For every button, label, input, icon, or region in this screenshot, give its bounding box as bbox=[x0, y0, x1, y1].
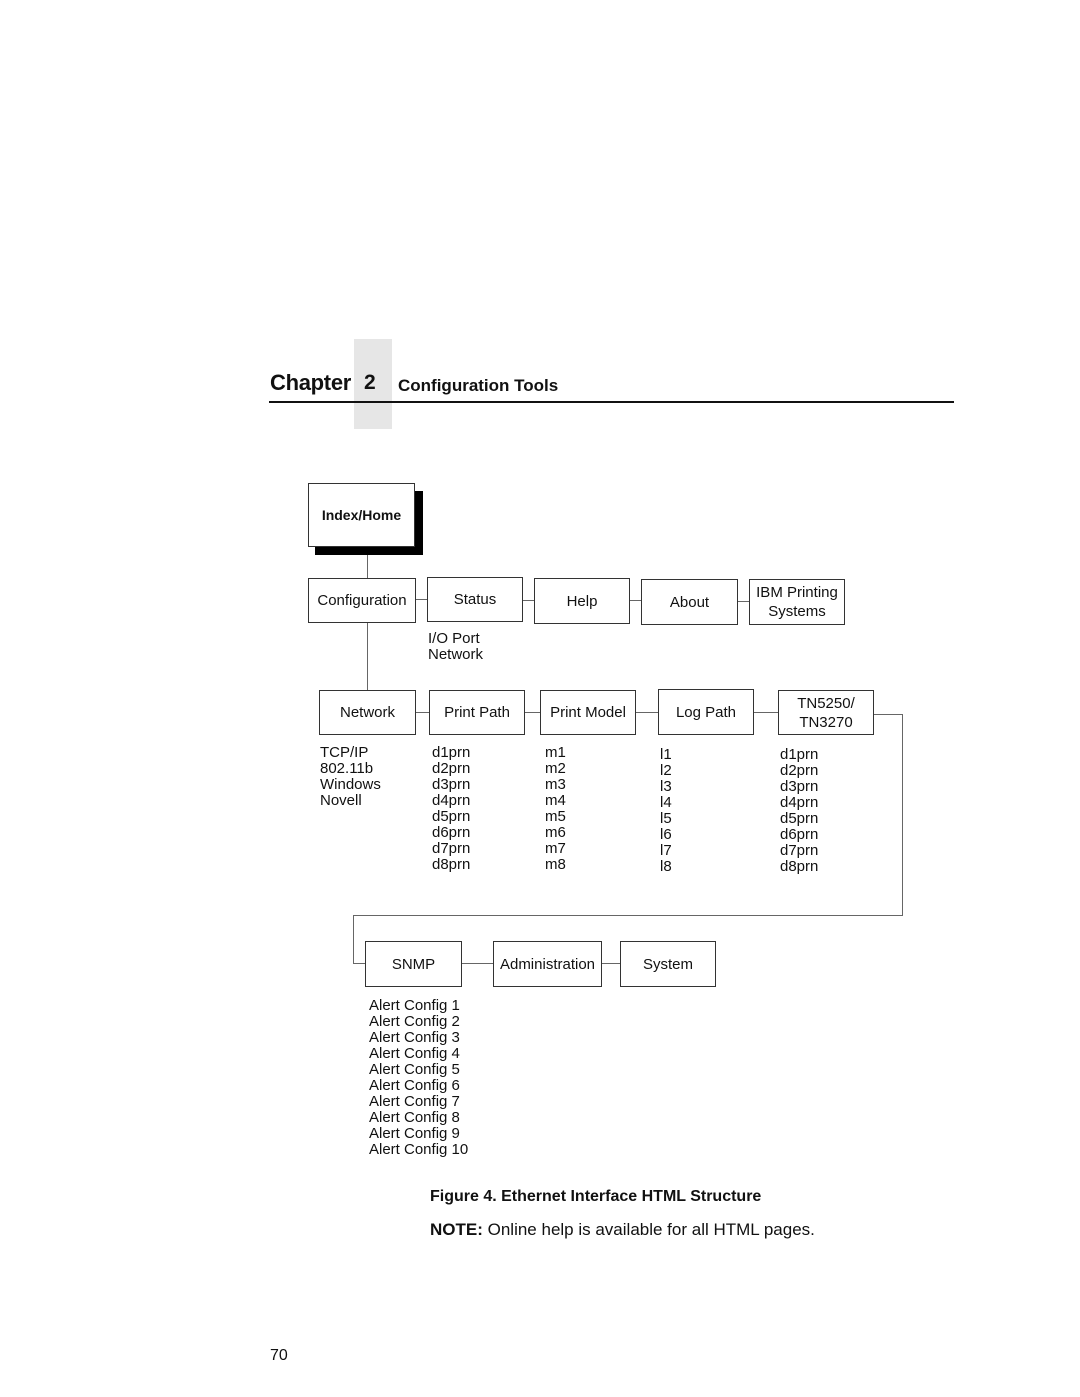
list-item: Novell bbox=[320, 792, 362, 809]
list-item: Alert Config 8 bbox=[369, 1109, 460, 1126]
node-help: Help bbox=[534, 578, 630, 624]
list-item: Network bbox=[428, 646, 484, 663]
list-item: d3prn bbox=[780, 778, 819, 795]
node-administration: Administration bbox=[493, 941, 602, 987]
list-item: d1prn bbox=[432, 744, 471, 761]
list-item: m6 bbox=[545, 824, 566, 841]
list-item: d5prn bbox=[780, 810, 819, 827]
list-item: d1prn bbox=[780, 746, 819, 763]
list-item: Alert Config 6 bbox=[369, 1077, 460, 1094]
list-item: I/O Port bbox=[428, 630, 480, 647]
node-configuration: Configuration bbox=[308, 578, 416, 623]
list-item: Alert Config 1 bbox=[369, 997, 460, 1014]
list-item: d2prn bbox=[780, 762, 819, 779]
node-snmp: SNMP bbox=[365, 941, 462, 987]
list-item: l8 bbox=[660, 858, 672, 875]
list-item: TCP/IP bbox=[320, 744, 369, 761]
list-item: m7 bbox=[545, 840, 566, 857]
list-item: Alert Config 3 bbox=[369, 1029, 460, 1046]
figure-caption: Figure 4. Ethernet Interface HTML Struct… bbox=[430, 1188, 762, 1205]
chapter-number: 2 bbox=[364, 371, 376, 394]
list-item: d7prn bbox=[780, 842, 819, 859]
list-item: l4 bbox=[660, 794, 672, 811]
note: NOTE: Online help is available for all H… bbox=[430, 1220, 815, 1240]
list-item: 802.11b bbox=[320, 760, 374, 777]
list-item: d4prn bbox=[780, 794, 819, 811]
list-item: Alert Config 2 bbox=[369, 1013, 460, 1030]
chapter-title: Configuration Tools bbox=[398, 376, 559, 395]
list-item: d3prn bbox=[432, 776, 471, 793]
node-tn5250-tn3270: TN5250/ TN3270 bbox=[778, 690, 874, 735]
tn-children: d1prn d2prn d3prn d4prn d5prn d6prn d7pr… bbox=[780, 747, 818, 875]
status-children: I/O Port Network bbox=[428, 631, 483, 663]
list-item: Alert Config 4 bbox=[369, 1045, 460, 1062]
note-text: Online help is available for all HTML pa… bbox=[487, 1220, 815, 1239]
node-network: Network bbox=[319, 690, 416, 735]
page-number: 70 bbox=[270, 1347, 288, 1364]
print-model-children: m1 m2 m3 m4 m5 m6 m7 m8 bbox=[545, 745, 566, 873]
list-item: d8prn bbox=[432, 856, 471, 873]
node-log-path: Log Path bbox=[658, 689, 754, 735]
node-ibm-printing-systems: IBM Printing Systems bbox=[749, 579, 845, 625]
list-item: l3 bbox=[660, 778, 672, 795]
list-item: m8 bbox=[545, 856, 566, 873]
list-item: Alert Config 10 bbox=[369, 1141, 469, 1158]
node-print-model: Print Model bbox=[540, 690, 636, 735]
list-item: m3 bbox=[545, 776, 566, 793]
list-item: d2prn bbox=[432, 760, 471, 777]
list-item: m2 bbox=[545, 760, 566, 777]
node-index-home: Index/Home bbox=[308, 483, 415, 547]
list-item: d4prn bbox=[432, 792, 471, 809]
list-item: l1 bbox=[660, 746, 672, 763]
node-status: Status bbox=[427, 577, 523, 622]
node-system: System bbox=[620, 941, 716, 987]
list-item: Alert Config 9 bbox=[369, 1125, 460, 1142]
list-item: d8prn bbox=[780, 858, 819, 875]
list-item: Windows bbox=[320, 776, 381, 793]
node-about: About bbox=[641, 579, 738, 625]
network-children: TCP/IP 802.11b Windows Novell bbox=[320, 745, 381, 809]
list-item: l6 bbox=[660, 826, 672, 843]
list-item: l7 bbox=[660, 842, 672, 859]
list-item: d6prn bbox=[432, 824, 471, 841]
list-item: d7prn bbox=[432, 840, 471, 857]
list-item: m5 bbox=[545, 808, 566, 825]
snmp-children: Alert Config 1 Alert Config 2 Alert Conf… bbox=[369, 998, 468, 1158]
list-item: m4 bbox=[545, 792, 566, 809]
header-rule bbox=[269, 401, 954, 403]
note-label: NOTE: bbox=[430, 1220, 483, 1239]
list-item: l2 bbox=[660, 762, 672, 779]
node-print-path: Print Path bbox=[429, 690, 525, 735]
list-item: d6prn bbox=[780, 826, 819, 843]
list-item: d5prn bbox=[432, 808, 471, 825]
chapter-label: Chapter bbox=[270, 370, 352, 395]
list-item: Alert Config 5 bbox=[369, 1061, 460, 1078]
log-path-children: l1 l2 l3 l4 l5 l6 l7 l8 bbox=[660, 747, 672, 875]
list-item: m1 bbox=[545, 744, 566, 761]
print-path-children: d1prn d2prn d3prn d4prn d5prn d6prn d7pr… bbox=[432, 745, 470, 873]
list-item: l5 bbox=[660, 810, 672, 827]
list-item: Alert Config 7 bbox=[369, 1093, 460, 1110]
